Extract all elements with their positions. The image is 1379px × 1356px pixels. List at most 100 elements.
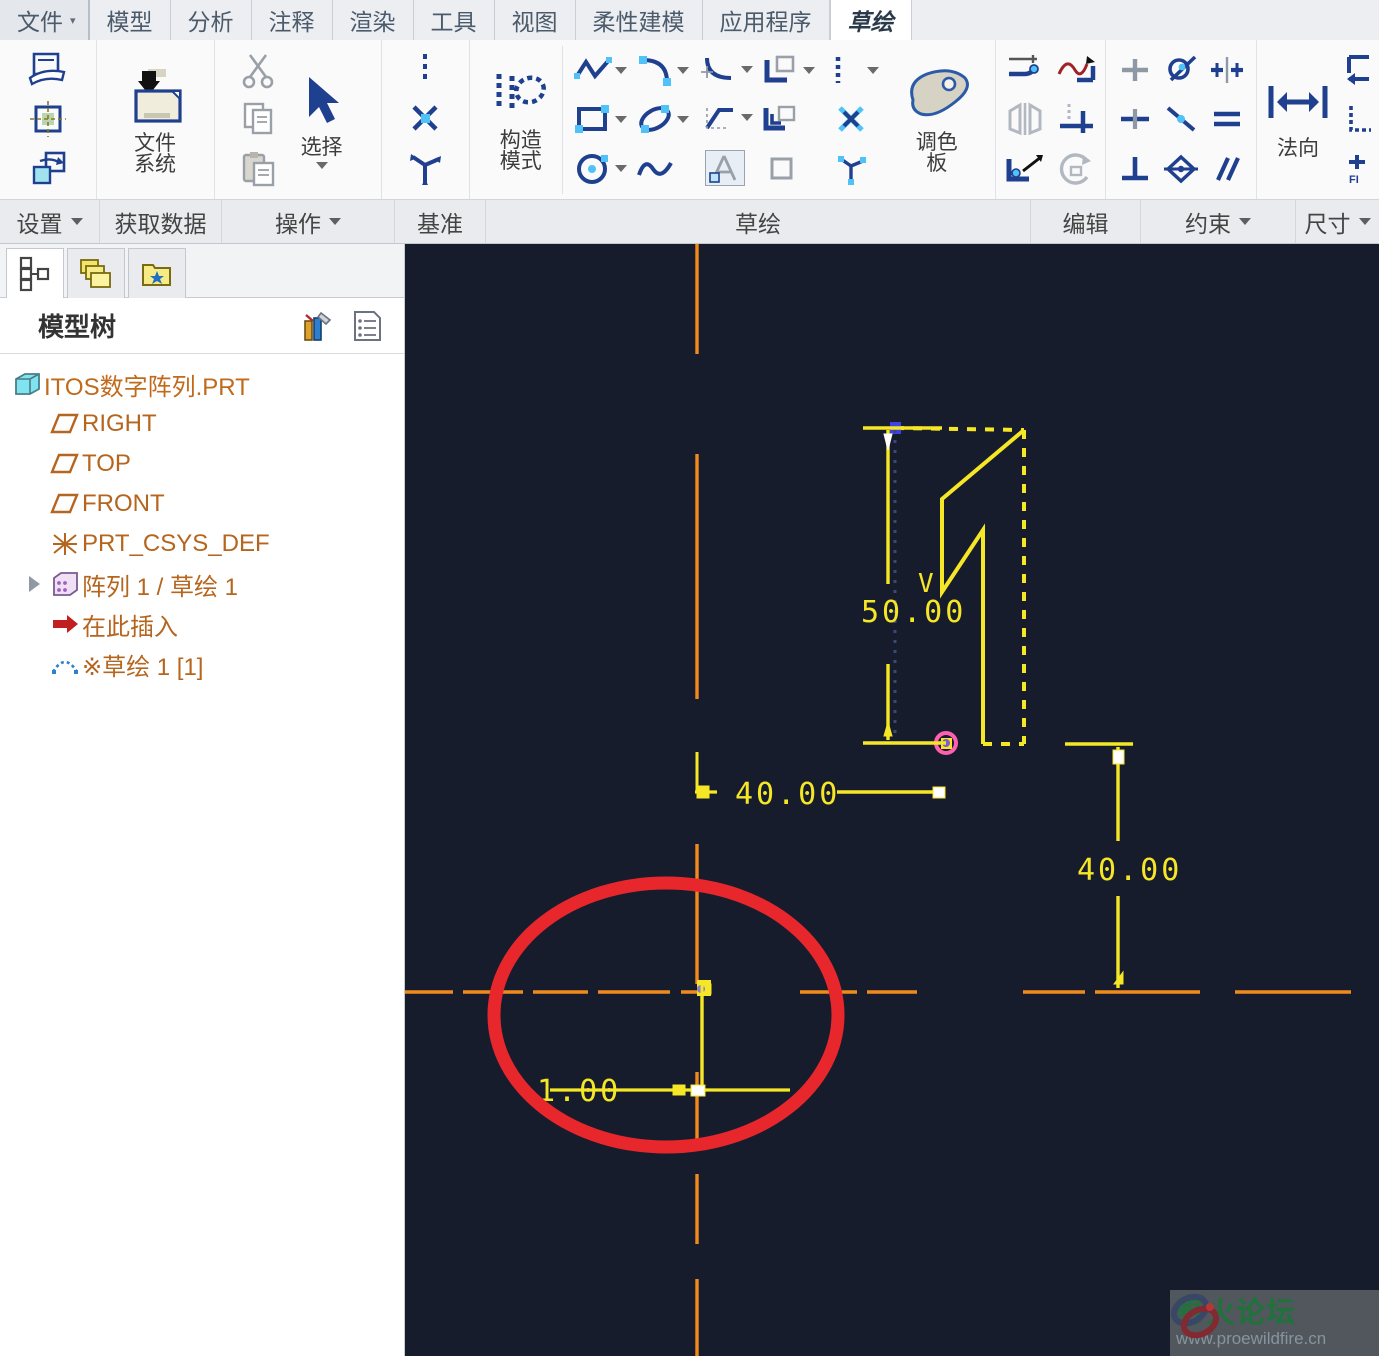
rotate-resize-icon[interactable]: [1055, 151, 1099, 187]
fillet-icon[interactable]: [697, 54, 739, 86]
vertical-dim-40[interactable]: 40.00: [1065, 742, 1182, 988]
copy-icon[interactable]: [239, 99, 279, 139]
tab-tools[interactable]: 工具: [413, 0, 495, 40]
sketch-canvas[interactable]: 50.00 V 40.00 40.00 1.00: [405, 244, 1379, 1356]
chevron-down-icon[interactable]: [1239, 218, 1251, 225]
datum-coord-icon[interactable]: [407, 149, 443, 189]
ellipse-icon[interactable]: [635, 103, 675, 135]
select-button[interactable]: 选择: [283, 71, 361, 169]
arc-icon[interactable]: [635, 54, 675, 87]
normal-dim-button[interactable]: 法向: [1255, 80, 1341, 159]
height-dim-50[interactable]: 50.00 V: [861, 426, 966, 745]
references-icon[interactable]: [26, 149, 70, 189]
tab-render[interactable]: 渲染: [332, 0, 414, 40]
chevron-down-icon[interactable]: [614, 115, 627, 123]
chevron-down-icon[interactable]: [676, 115, 689, 123]
trim-corner-icon[interactable]: [1003, 52, 1047, 88]
tab-file[interactable]: 文件 ▾: [0, 0, 90, 40]
tab-analysis[interactable]: 分析: [170, 0, 252, 40]
construction-mode-button[interactable]: 构造 模式: [480, 68, 562, 172]
sketch-geometry-digit-one[interactable]: [894, 426, 1026, 746]
palette-button[interactable]: 调色 板: [889, 66, 985, 174]
graphics-viewport[interactable]: 50.00 V 40.00 40.00 1.00 野火论坛 www.proewi…: [405, 244, 1379, 1356]
sketch-setup-icon[interactable]: [26, 99, 70, 139]
perimeter-dim-icon[interactable]: FI: [1343, 152, 1377, 186]
coord-sys-icon[interactable]: [836, 153, 866, 185]
text-icon[interactable]: [704, 149, 745, 186]
tree-filter-control[interactable]: [300, 309, 341, 343]
tab-flexible-modeling[interactable]: 柔性建模: [575, 0, 703, 40]
symmetric-constraint-icon[interactable]: [1208, 53, 1246, 87]
datum-line-icon[interactable]: [407, 50, 443, 90]
tree-item-top-plane[interactable]: TOP: [0, 444, 404, 484]
tangent-constraint-icon[interactable]: [1162, 53, 1200, 87]
mirror-icon[interactable]: [1003, 101, 1047, 137]
reference-dim-icon[interactable]: [1343, 102, 1377, 136]
chevron-down-icon[interactable]: [740, 114, 753, 121]
tree-item-front-plane[interactable]: FRONT: [0, 484, 404, 524]
chevron-down-icon[interactable]: [740, 66, 753, 73]
tab-view[interactable]: 视图: [494, 0, 576, 40]
spline-icon[interactable]: [635, 153, 675, 185]
tree-item-csys[interactable]: PRT_CSYS_DEF: [0, 524, 404, 564]
tree-item-sketch-1[interactable]: ※草绘 1 [1]: [0, 644, 404, 684]
tree-item-pattern[interactable]: 阵列 1 / 草绘 1: [0, 564, 404, 604]
horizontal-dim-40[interactable]: 40.00: [695, 752, 946, 812]
point-icon[interactable]: [836, 103, 866, 135]
chevron-down-icon[interactable]: [676, 66, 689, 74]
datum-point-icon[interactable]: [407, 99, 443, 139]
sketch-view-icon[interactable]: [26, 50, 70, 90]
tab-sketch[interactable]: 草绘: [829, 0, 912, 40]
group-label-constraints[interactable]: 约束: [1141, 200, 1296, 243]
chevron-down-icon[interactable]: [329, 218, 341, 225]
chevron-down-icon[interactable]: [614, 66, 627, 74]
tree-item-label: FRONT: [82, 490, 165, 517]
rectangle-icon[interactable]: [573, 103, 613, 135]
tree-item-right-plane[interactable]: RIGHT: [0, 404, 404, 444]
thicken-icon[interactable]: [761, 103, 801, 135]
baseline-dim-icon[interactable]: [1343, 53, 1377, 87]
chevron-down-icon[interactable]: [1358, 218, 1371, 225]
group-label-settings[interactable]: 设置: [0, 200, 100, 243]
tab-annotate[interactable]: 注释: [251, 0, 333, 40]
expand-triangle-icon[interactable]: [20, 576, 48, 592]
tree-item-insert-here[interactable]: 在此插入: [0, 604, 404, 644]
file-system-button[interactable]: 文件 系统: [112, 65, 198, 175]
perpendicular-constraint-icon[interactable]: [1116, 152, 1154, 186]
delete-segment-icon[interactable]: [1055, 52, 1099, 88]
midpoint-constraint-icon[interactable]: [1162, 152, 1200, 186]
chevron-down-icon[interactable]: [802, 66, 815, 74]
favorites-tab[interactable]: [128, 248, 186, 298]
horizontal-constraint-icon[interactable]: [1116, 102, 1154, 136]
spacing-dim-1[interactable]: 1.00: [537, 1074, 790, 1109]
collinear-constraint-icon[interactable]: [1162, 102, 1200, 136]
stretch-icon[interactable]: [1003, 151, 1047, 187]
line-chain-icon[interactable]: [573, 54, 613, 86]
ribbon-group-settings: [0, 40, 97, 199]
tab-model[interactable]: 模型: [89, 0, 171, 40]
group-label-operations[interactable]: 操作: [222, 200, 395, 243]
offset-icon[interactable]: [761, 54, 801, 86]
file-system-label: 文件 系统: [134, 131, 177, 176]
folder-browser-tab[interactable]: [67, 248, 125, 298]
cut-icon[interactable]: [239, 50, 279, 90]
divide-edge-icon[interactable]: [1055, 101, 1099, 137]
model-tree-tab[interactable]: [6, 248, 64, 298]
divide-icon[interactable]: [823, 54, 853, 86]
chevron-down-icon[interactable]: [614, 165, 627, 173]
chamfer-icon[interactable]: [697, 102, 739, 134]
project-icon[interactable]: [761, 153, 801, 185]
vertical-constraint-icon[interactable]: [1116, 53, 1154, 87]
group-label-dimension[interactable]: 尺寸: [1296, 200, 1379, 243]
tab-applications[interactable]: 应用程序: [702, 0, 830, 40]
datum-plane-icon: [48, 412, 82, 436]
tree-item-part-root[interactable]: ITOS数字阵列.PRT: [0, 364, 404, 404]
paste-icon[interactable]: [239, 149, 279, 189]
parallel-constraint-icon[interactable]: [1208, 152, 1246, 186]
chevron-down-icon[interactable]: [315, 161, 328, 169]
chevron-down-icon[interactable]: [866, 66, 879, 74]
equal-constraint-icon[interactable]: [1208, 102, 1246, 136]
tree-columns-control[interactable]: [351, 309, 390, 343]
chevron-down-icon[interactable]: [70, 218, 83, 225]
circle-icon[interactable]: [573, 153, 613, 185]
